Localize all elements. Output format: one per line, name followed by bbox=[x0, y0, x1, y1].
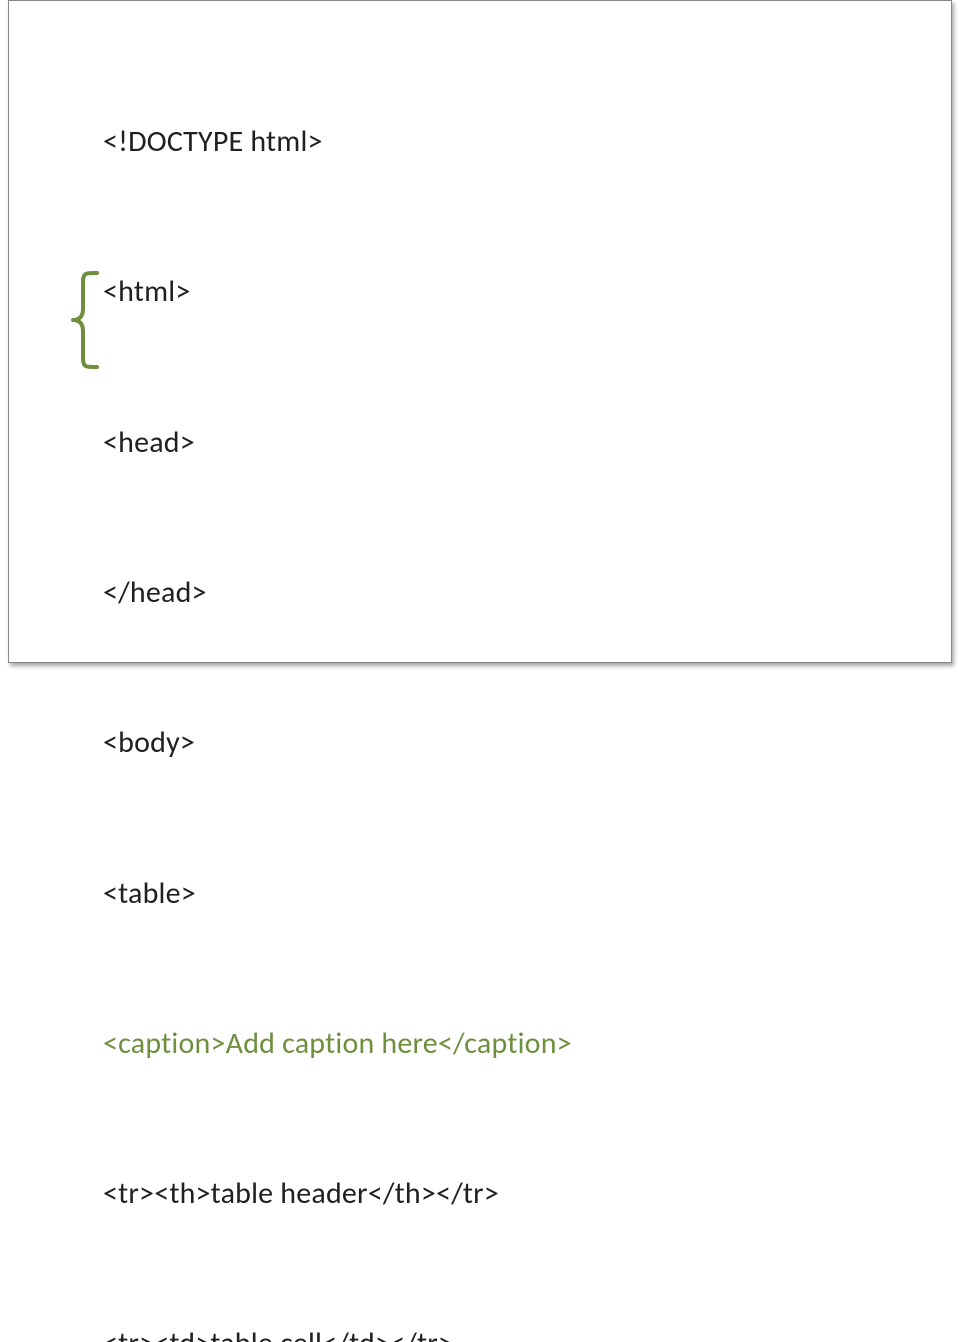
code-line: <body> bbox=[103, 718, 572, 768]
code-line-highlight: <caption>Add caption here</caption> bbox=[103, 1019, 572, 1069]
code-block: <!DOCTYPE html> <html> <head> </head> <b… bbox=[103, 17, 572, 1342]
code-line: <!DOCTYPE html> bbox=[103, 117, 572, 167]
code-line: <table> bbox=[103, 869, 572, 919]
code-line: <html> bbox=[103, 267, 572, 317]
code-line: <tr><td>table cell</td></tr> bbox=[103, 1319, 572, 1342]
left-brace-icon bbox=[45, 269, 101, 371]
code-line: <tr><th>table header</th></tr> bbox=[103, 1169, 572, 1219]
code-line: <head> bbox=[103, 418, 572, 468]
code-line: </head> bbox=[103, 568, 572, 618]
slide-frame: <!DOCTYPE html> <html> <head> </head> <b… bbox=[8, 0, 952, 663]
